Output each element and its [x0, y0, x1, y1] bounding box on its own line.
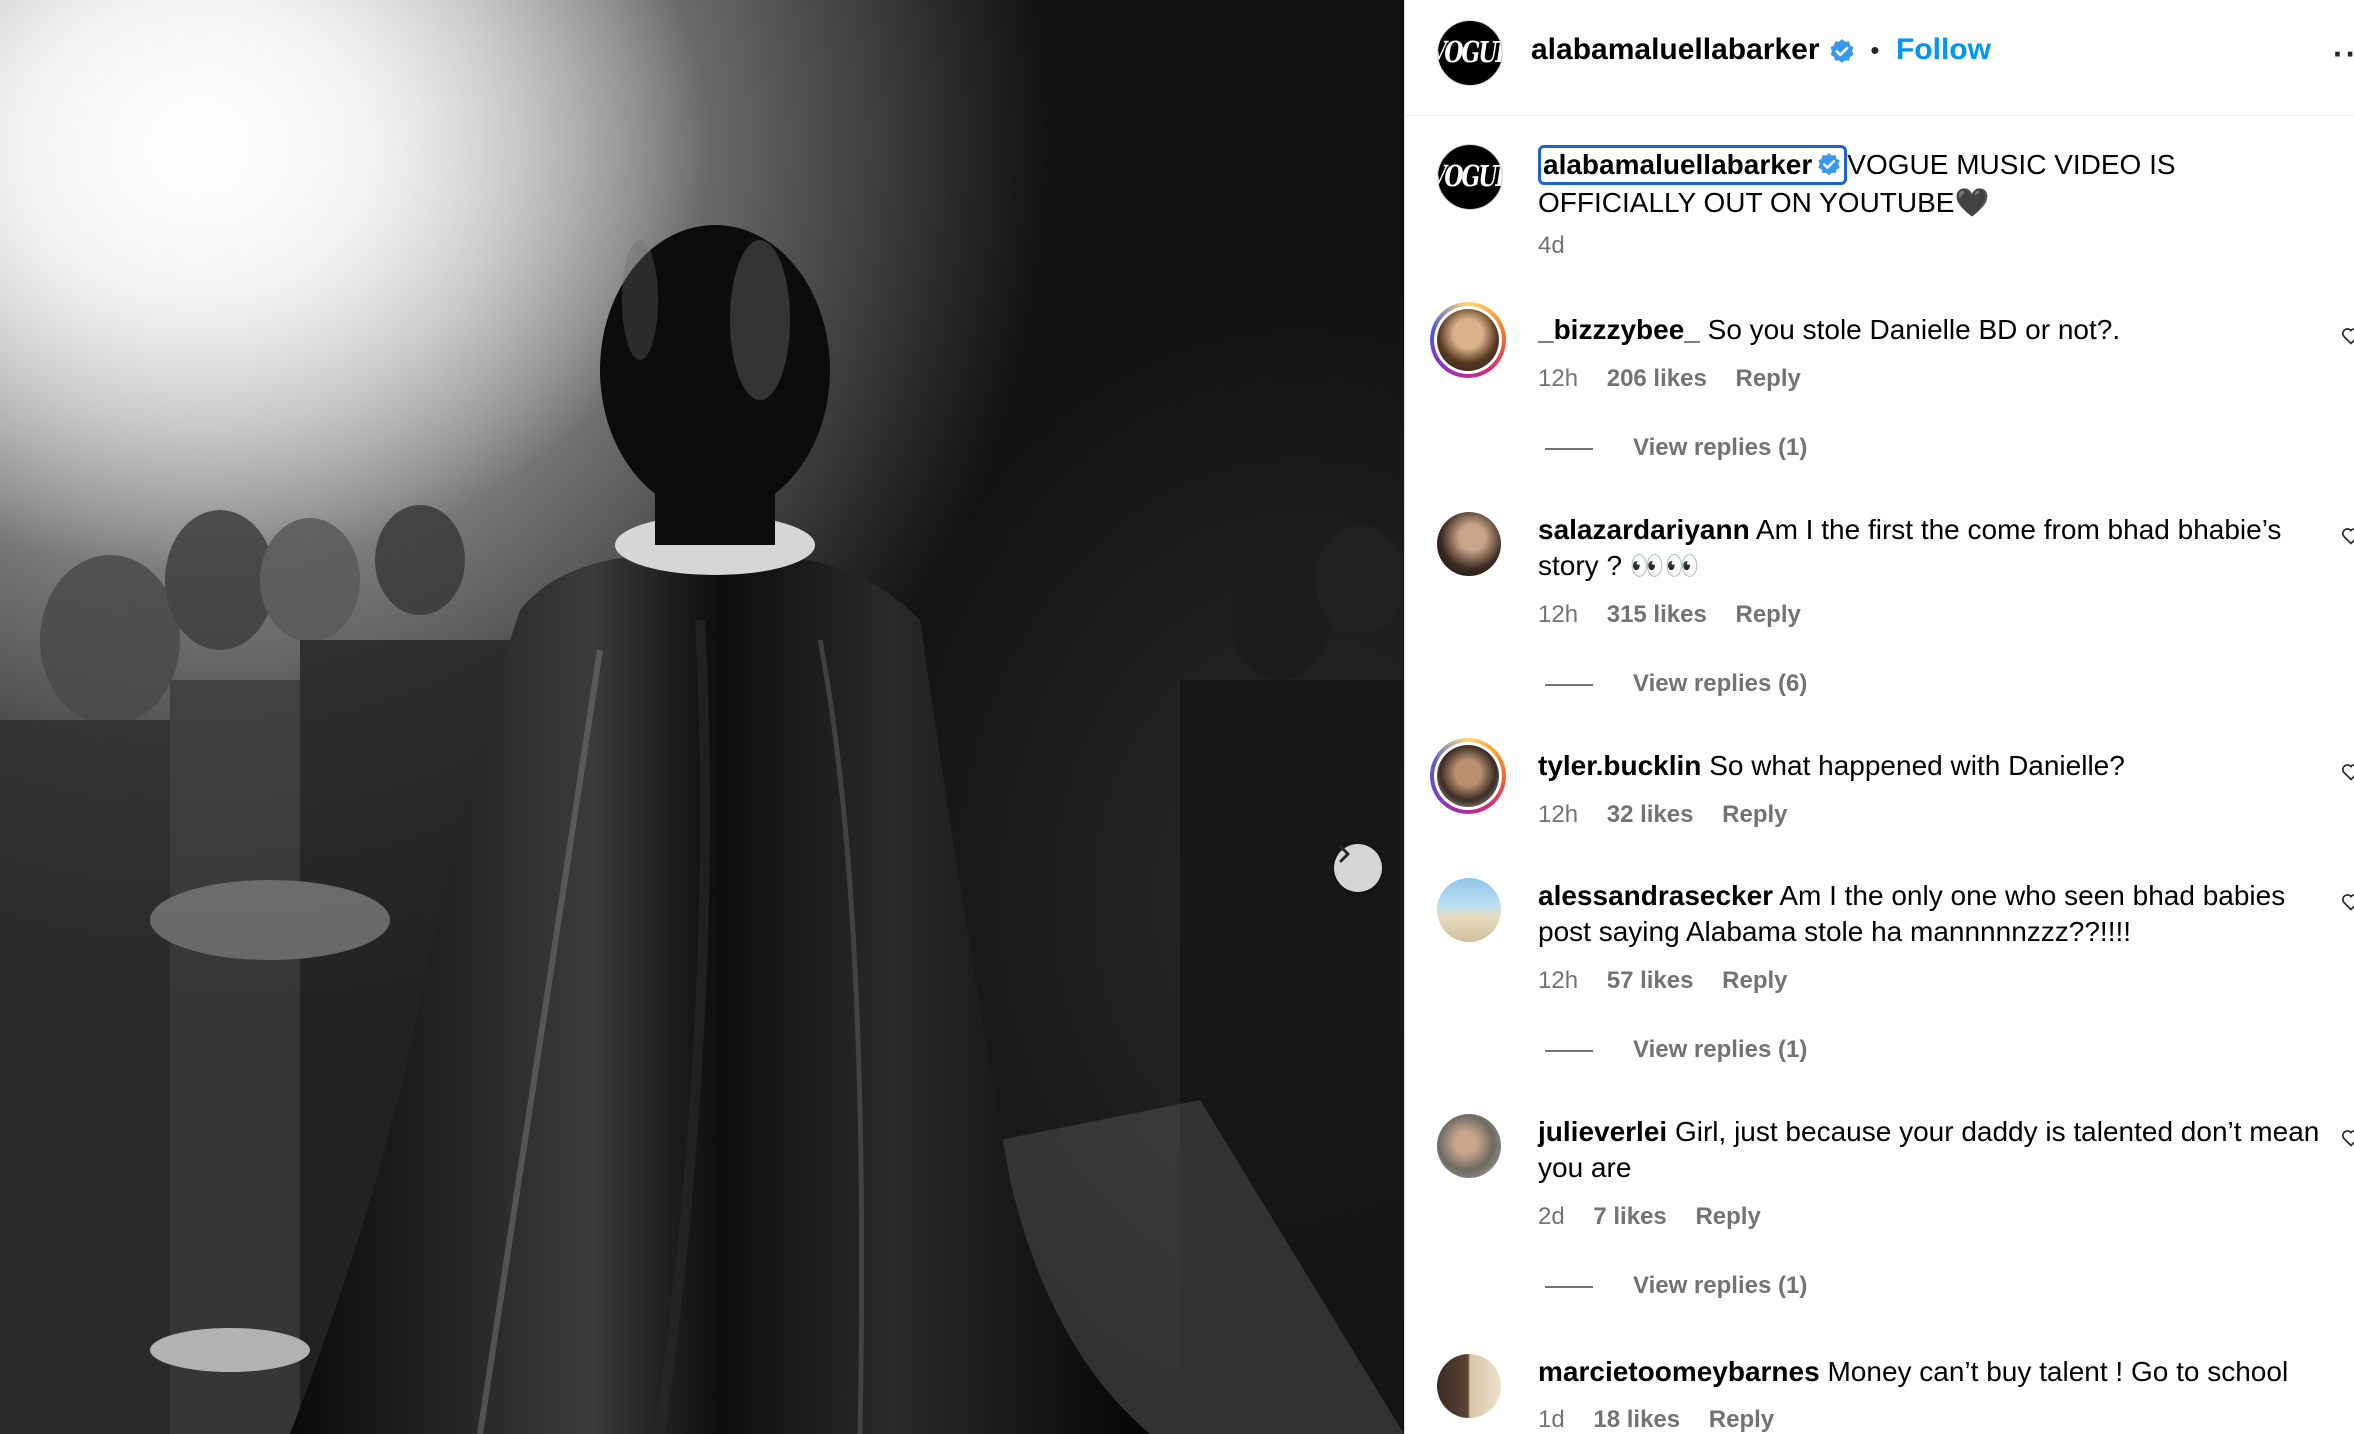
replies-line: [1545, 683, 1593, 686]
comment-username[interactable]: _bizzzybee_: [1538, 314, 1700, 345]
next-media-button[interactable]: [1334, 844, 1382, 892]
runway-photo: [0, 0, 1404, 1434]
caption-author-avatar[interactable]: VOGUE: [1437, 144, 1503, 210]
comment-meta: 1d 18 likes Reply: [1538, 1406, 1774, 1434]
caption-username: alabamaluellabarker: [1543, 149, 1813, 180]
comment-meta: 2d 7 likes Reply: [1538, 1203, 1761, 1231]
comment-time: 12h: [1538, 801, 1579, 828]
reply-button[interactable]: Reply: [1695, 1203, 1760, 1230]
view-replies-label: View replies (1): [1633, 434, 1808, 461]
reply-button[interactable]: Reply: [1735, 365, 1800, 392]
avatar-logo-text: VOGUE: [1438, 160, 1502, 194]
author-avatar[interactable]: VOGUE: [1437, 20, 1503, 86]
reply-button[interactable]: Reply: [1722, 967, 1787, 994]
comment-likes[interactable]: 32 likes: [1607, 801, 1694, 828]
verified-badge-icon: [1818, 152, 1840, 175]
caption-text-block: alabamaluellabarker VOGUE MUSIC VIDEO IS…: [1538, 145, 2338, 221]
comment-username[interactable]: tyler.bucklin: [1538, 750, 1701, 781]
comment-meta: 12h 57 likes Reply: [1538, 967, 1788, 995]
chevron-right-icon: [1339, 845, 1350, 863]
view-replies-label: View replies (1): [1633, 1036, 1808, 1063]
comment-body: Money can’t buy talent ! Go to school: [1827, 1356, 2289, 1387]
post-side-panel: VOGUE alabamaluellabarker • Follow ··· V…: [1405, 0, 2354, 1434]
follow-button[interactable]: Follow: [1896, 33, 1991, 66]
comment-avatar[interactable]: [1437, 1114, 1501, 1178]
comment-meta: 12h 206 likes Reply: [1538, 365, 1801, 393]
comment-text: _bizzzybee_ So you stole Danielle BD or …: [1538, 312, 2338, 348]
replies-line: [1545, 1049, 1593, 1052]
caption-username-link[interactable]: alabamaluellabarker: [1538, 145, 1848, 185]
comment-likes[interactable]: 57 likes: [1607, 967, 1694, 994]
heart-icon[interactable]: [2341, 526, 2354, 546]
comment-time: 1d: [1538, 1406, 1565, 1433]
comment-avatar[interactable]: [1437, 1354, 1501, 1418]
heart-icon[interactable]: [2341, 1128, 2354, 1148]
header-separator: •: [1870, 35, 1880, 65]
post-header: VOGUE alabamaluellabarker • Follow ···: [1405, 0, 2354, 116]
comment-meta: 12h 32 likes Reply: [1538, 801, 1788, 829]
header-username[interactable]: alabamaluellabarker: [1531, 33, 1820, 66]
verified-badge-icon: [1830, 38, 1854, 63]
heart-icon[interactable]: [2341, 326, 2354, 346]
comment-username[interactable]: salazardariyann: [1538, 514, 1750, 545]
post-media[interactable]: [0, 0, 1404, 1434]
comment-likes[interactable]: 7 likes: [1593, 1203, 1666, 1230]
comment-likes[interactable]: 206 likes: [1607, 365, 1707, 392]
comment-time: 12h: [1538, 967, 1579, 994]
view-replies-label: View replies (1): [1633, 1272, 1808, 1299]
comment-username[interactable]: marcietoomeybarnes: [1538, 1356, 1820, 1387]
comment-avatar: [1437, 309, 1499, 371]
view-replies-button[interactable]: View replies (1): [1545, 1272, 1807, 1300]
comment-time: 12h: [1538, 365, 1579, 392]
comment-text: alessandrasecker Am I the only one who s…: [1538, 878, 2338, 950]
comment-avatar[interactable]: [1437, 512, 1501, 576]
replies-line: [1545, 447, 1593, 450]
comment-meta: 12h 315 likes Reply: [1538, 601, 1801, 629]
story-ring[interactable]: [1430, 302, 1506, 378]
replies-line: [1545, 1285, 1593, 1288]
heart-icon[interactable]: [2341, 762, 2354, 782]
reply-button[interactable]: Reply: [1709, 1406, 1774, 1433]
view-replies-button[interactable]: View replies (1): [1545, 434, 1807, 462]
comment-avatar: [1437, 745, 1499, 807]
heart-icon[interactable]: [2341, 892, 2354, 912]
more-options-icon[interactable]: ···: [2333, 36, 2354, 73]
reply-button[interactable]: Reply: [1722, 801, 1787, 828]
comment-username[interactable]: alessandrasecker: [1538, 880, 1773, 911]
comment-time: 2d: [1538, 1203, 1565, 1230]
comment-text: tyler.bucklin So what happened with Dani…: [1538, 748, 2338, 784]
comment-avatar[interactable]: [1437, 878, 1501, 942]
view-replies-button[interactable]: View replies (1): [1545, 1036, 1807, 1064]
comment-likes[interactable]: 315 likes: [1607, 601, 1707, 628]
reply-button[interactable]: Reply: [1735, 601, 1800, 628]
view-replies-button[interactable]: View replies (6): [1545, 670, 1807, 698]
comment-time: 12h: [1538, 601, 1579, 628]
comment-username[interactable]: julieverlei: [1538, 1116, 1667, 1147]
story-ring[interactable]: [1430, 738, 1506, 814]
view-replies-label: View replies (6): [1633, 670, 1808, 697]
header-author-row: alabamaluellabarker • Follow: [1531, 33, 1991, 67]
avatar-logo-text: VOGUE: [1438, 36, 1502, 70]
comment-likes[interactable]: 18 likes: [1593, 1406, 1680, 1433]
comment-body: So what happened with Danielle?: [1709, 750, 2125, 781]
comment-body: So you stole Danielle BD or not?.: [1707, 314, 2121, 345]
comment-text: salazardariyann Am I the first the come …: [1538, 512, 2338, 584]
comment-text: julieverlei Girl, just because your dadd…: [1538, 1114, 2338, 1186]
caption-timestamp: 4d: [1538, 232, 1565, 259]
comment-text: marcietoomeybarnes Money can’t buy talen…: [1538, 1354, 2338, 1390]
